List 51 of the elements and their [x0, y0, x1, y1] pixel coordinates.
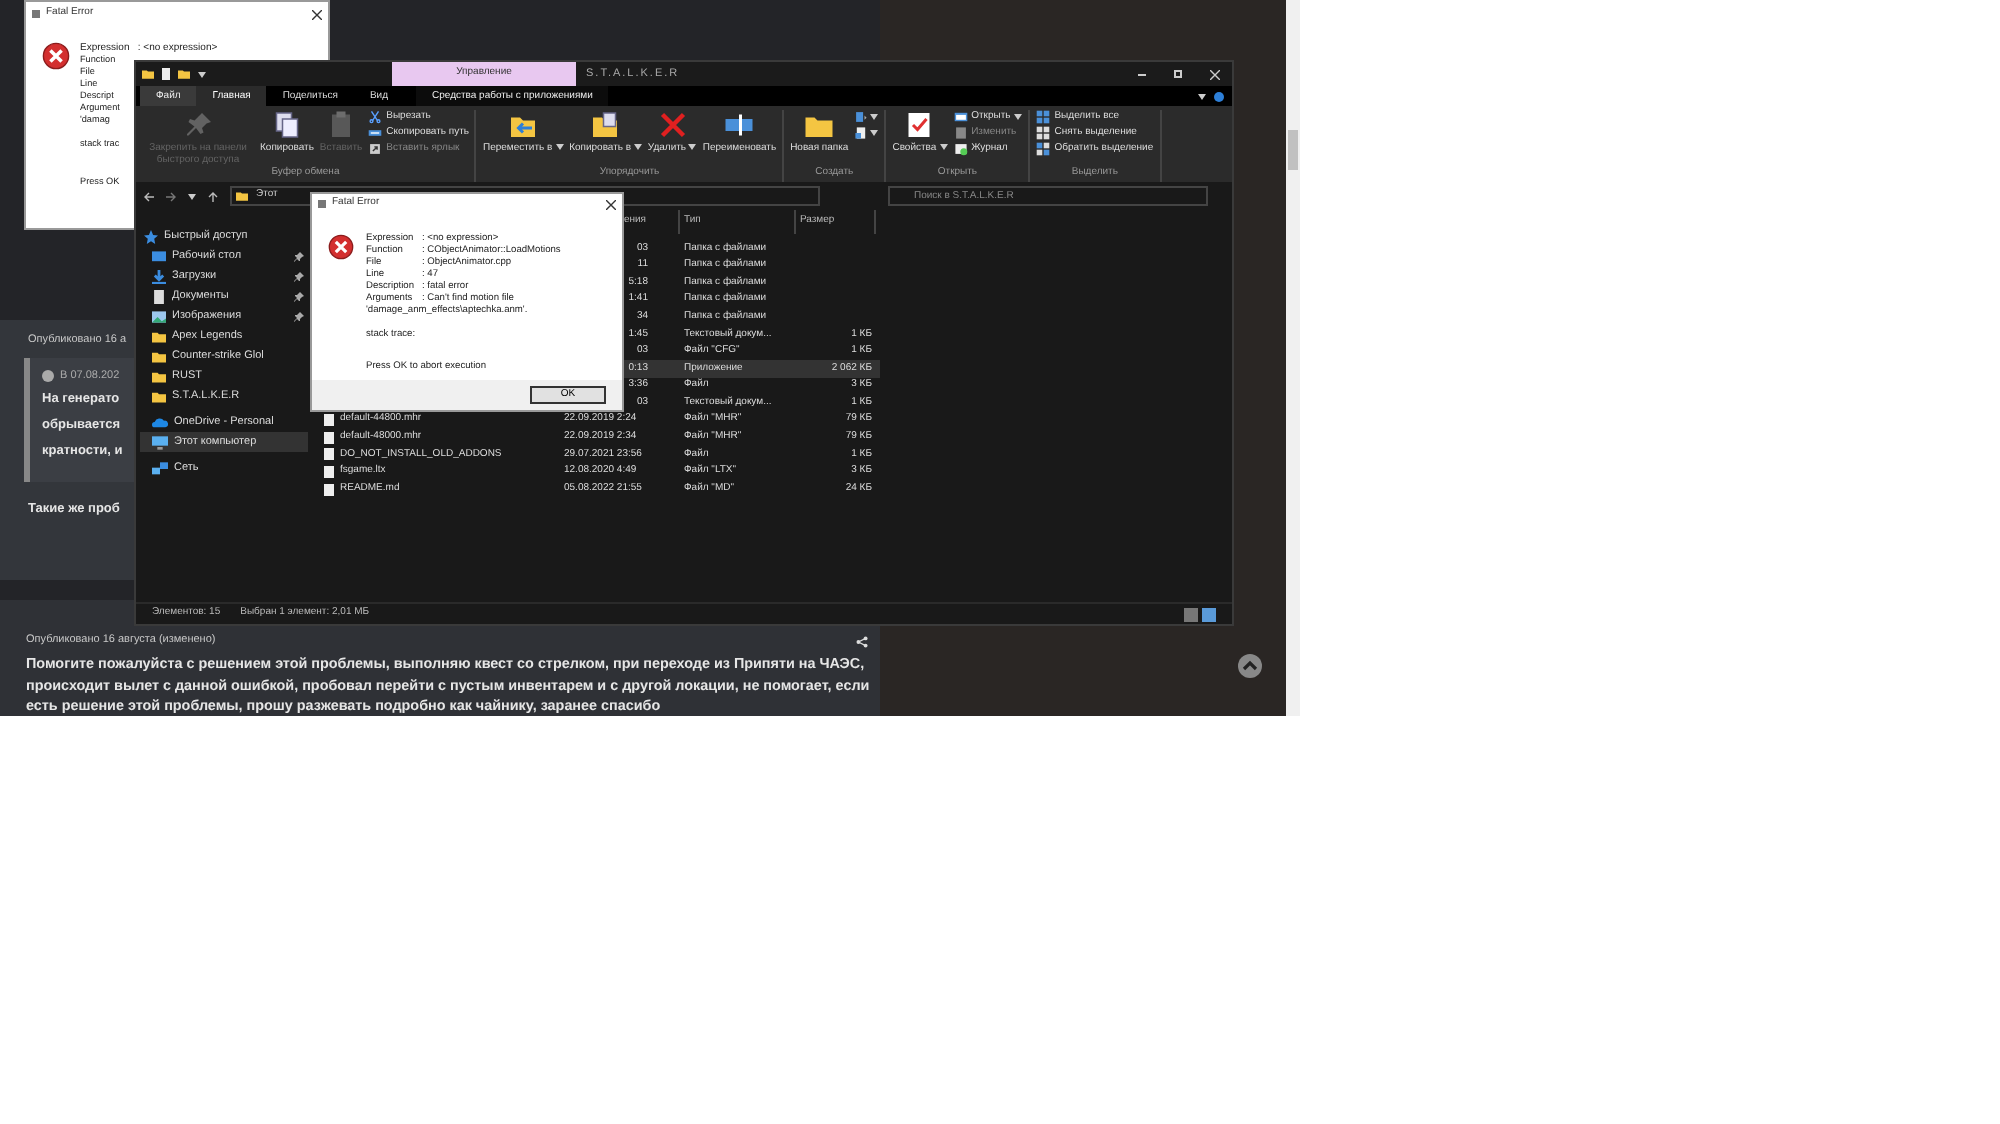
- caret-icon: [188, 193, 196, 199]
- app-icon: [32, 10, 40, 18]
- pin-icon: [294, 251, 304, 261]
- ribbon-icon-button[interactable]: [854, 110, 879, 124]
- checklist-icon: [904, 110, 935, 140]
- pin-icon: [294, 271, 304, 281]
- error-icon: [328, 234, 354, 260]
- app-icon: [318, 200, 326, 208]
- pin-icon: [183, 110, 213, 140]
- folder-icon: [142, 68, 154, 80]
- copy-icon: [271, 110, 302, 140]
- folder-icon: [178, 68, 190, 80]
- document-icon: [854, 126, 869, 140]
- back-arrow-icon[interactable]: [144, 191, 154, 201]
- scissors-icon: [368, 110, 383, 124]
- picture-icon: [152, 309, 166, 323]
- ribbon-icon-button[interactable]: [854, 126, 879, 140]
- monitor-icon: [152, 435, 168, 449]
- edit-icon: [953, 126, 968, 140]
- x-icon: [657, 110, 688, 140]
- star-icon: [144, 229, 158, 243]
- close-icon[interactable]: [312, 9, 322, 19]
- details-view-icon[interactable]: [1184, 607, 1198, 621]
- error-icon: [42, 42, 70, 70]
- caret-icon: [1198, 94, 1206, 100]
- folder-icon: [236, 190, 248, 202]
- scroll-top-icon[interactable]: [1238, 654, 1262, 678]
- help-icon[interactable]: [1214, 92, 1224, 102]
- pin-icon: [294, 311, 304, 321]
- download-icon: [152, 269, 166, 283]
- scrollbar[interactable]: [1286, 0, 1300, 716]
- new-item-icon: [854, 110, 869, 124]
- minimize-icon[interactable]: [1138, 73, 1146, 75]
- shortcut-icon: [368, 142, 383, 156]
- forward-arrow-icon[interactable]: [166, 191, 176, 201]
- avatar-icon: [42, 370, 54, 383]
- open-icon: [953, 110, 968, 124]
- maximize-icon[interactable]: [1174, 70, 1182, 78]
- folder-copy-icon: [590, 110, 621, 140]
- document-icon: [152, 289, 166, 303]
- close-icon[interactable]: [606, 199, 616, 209]
- history-icon: [953, 142, 968, 156]
- rename-icon: [724, 110, 755, 140]
- caret-icon: [198, 71, 206, 77]
- cloud-icon: [152, 416, 168, 428]
- network-icon: [152, 461, 168, 475]
- share-icon[interactable]: [856, 635, 868, 647]
- tiles-view-icon[interactable]: [1202, 607, 1216, 621]
- pin-icon: [294, 291, 304, 301]
- desktop-icon: [152, 249, 166, 263]
- up-arrow-icon[interactable]: [208, 191, 218, 201]
